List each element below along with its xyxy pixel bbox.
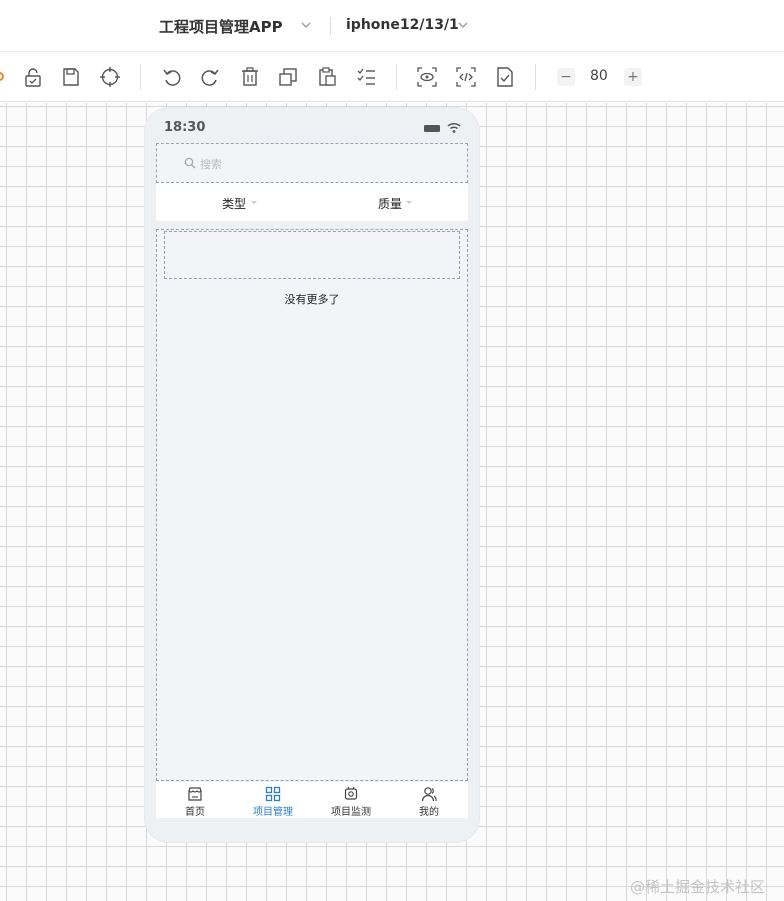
paste-icon[interactable] xyxy=(316,66,338,88)
delete-icon[interactable] xyxy=(239,66,261,88)
header-divider xyxy=(330,17,331,35)
tab-label: 项目管理 xyxy=(253,807,293,818)
tab-label: 项目监测 xyxy=(331,807,371,818)
project-list[interactable]: 没有更多了 xyxy=(156,229,468,781)
user-icon xyxy=(421,787,437,802)
chevron-down-icon[interactable] xyxy=(456,18,470,32)
project-title[interactable]: 工程项目管理APP xyxy=(159,16,283,37)
search-bar[interactable]: 搜索 xyxy=(156,143,468,183)
redo-icon[interactable] xyxy=(199,66,221,88)
list-item-placeholder xyxy=(164,231,460,279)
tab-mine[interactable]: 我的 xyxy=(390,782,468,818)
zoom-in-button[interactable]: + xyxy=(624,68,642,86)
tab-label: 首页 xyxy=(185,807,205,818)
code-icon[interactable] xyxy=(455,66,477,88)
save-icon[interactable] xyxy=(60,66,82,88)
filter-type[interactable]: 类型 xyxy=(222,195,246,212)
preview-eye-icon[interactable] xyxy=(416,66,438,88)
checklist-icon[interactable] xyxy=(355,66,377,88)
top-header: 工程项目管理APP iphone12/13/1 xyxy=(0,0,784,52)
grid-icon xyxy=(265,786,281,802)
zoom-level: 80 xyxy=(590,68,608,84)
caret-down-icon xyxy=(251,201,257,204)
watermark: @稀土掘金技术社区 xyxy=(630,878,766,896)
editor-toolbar: − 80 + xyxy=(0,52,784,102)
filter-quality[interactable]: 质量 xyxy=(378,195,402,212)
bottom-tab-bar: 首页 项目管理 项目监测 我的 xyxy=(156,782,468,818)
search-icon xyxy=(184,157,196,169)
zoom-out-button[interactable]: − xyxy=(557,68,575,86)
unlock-icon[interactable] xyxy=(22,66,44,88)
device-select[interactable]: iphone12/13/1 xyxy=(346,17,459,33)
status-time: 18:30 xyxy=(164,120,206,135)
wifi-icon xyxy=(447,122,461,133)
phone-frame: 18:30 搜索 类型 质量 没有更多了 首页 项目管理 项目监测 我的 xyxy=(145,108,479,842)
chevron-down-icon[interactable] xyxy=(299,18,313,32)
tab-project-monitor[interactable]: 项目监测 xyxy=(312,782,390,818)
status-dot-icon xyxy=(0,72,4,81)
toolbar-separator xyxy=(140,64,141,90)
document-check-icon[interactable] xyxy=(494,66,516,88)
copy-icon[interactable] xyxy=(277,66,299,88)
tab-home[interactable]: 首页 xyxy=(156,782,234,818)
tab-label: 我的 xyxy=(419,807,439,818)
toolbar-separator xyxy=(535,64,536,90)
battery-icon xyxy=(424,125,440,132)
tab-project-management[interactable]: 项目管理 xyxy=(234,782,312,818)
monitor-icon xyxy=(344,786,358,800)
undo-icon[interactable] xyxy=(161,66,183,88)
store-icon xyxy=(188,787,202,801)
toolbar-separator xyxy=(396,64,397,90)
caret-down-icon xyxy=(406,201,412,204)
empty-list-text: 没有更多了 xyxy=(284,293,340,306)
search-placeholder: 搜索 xyxy=(200,158,222,171)
crosshair-icon[interactable] xyxy=(99,66,121,88)
filter-bar: 类型 质量 xyxy=(156,183,468,221)
